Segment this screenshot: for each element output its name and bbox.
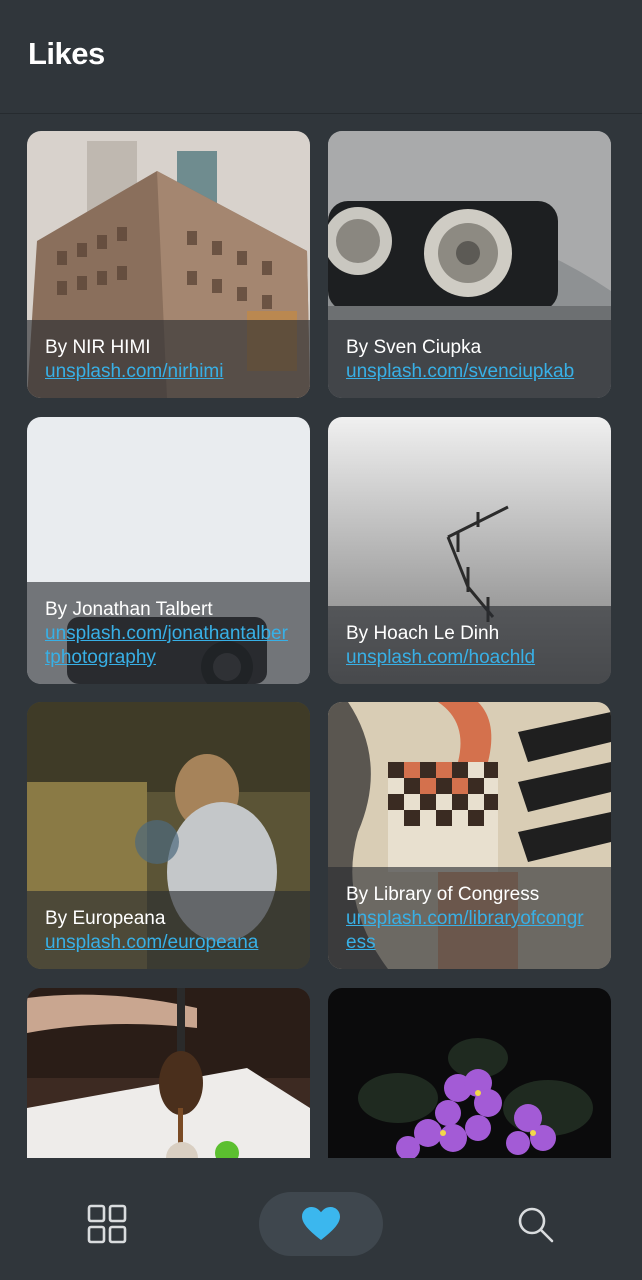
card-link[interactable]: unsplash.com/nirhimi — [45, 360, 292, 384]
photo-flowers — [328, 988, 611, 1158]
photo-card[interactable]: By Library of Congress unsplash.com/libr… — [328, 702, 611, 969]
nav-grid-button[interactable] — [70, 1192, 144, 1256]
photo-card[interactable]: By Jonathan Talbert unsplash.com/jonatha… — [27, 417, 310, 684]
photo-card[interactable]: By Hoach Le Dinh unsplash.com/hoachld — [328, 417, 611, 684]
photo-card[interactable]: By Sven Ciupka unsplash.com/svenciupkab — [328, 131, 611, 398]
grid-icon — [87, 1204, 127, 1244]
card-caption: By Jonathan Talbert unsplash.com/jonatha… — [27, 582, 310, 684]
app-header: Likes — [0, 0, 642, 114]
card-link[interactable]: unsplash.com/hoachld — [346, 646, 593, 670]
card-caption: By Sven Ciupka unsplash.com/svenciupkab — [328, 320, 611, 398]
card-link[interactable]: unsplash.com/europeana — [45, 931, 292, 955]
card-author: By Hoach Le Dinh — [346, 623, 500, 644]
photo-card[interactable] — [328, 988, 611, 1158]
card-caption: By NIR HIMI unsplash.com/nirhimi — [27, 320, 310, 398]
photo-card[interactable]: By Europeana unsplash.com/europeana — [27, 702, 310, 969]
card-link[interactable]: unsplash.com/jonathantalbertphotography — [45, 622, 292, 670]
card-author: By NIR HIMI — [45, 337, 151, 358]
photo-card[interactable] — [27, 988, 310, 1158]
search-icon — [518, 1207, 554, 1243]
bottom-navigation — [0, 1158, 642, 1280]
photo-food-spoon — [27, 988, 310, 1158]
nav-likes-button[interactable] — [259, 1192, 383, 1256]
card-author: By Jonathan Talbert — [45, 599, 213, 620]
card-link[interactable]: unsplash.com/svenciupkab — [346, 360, 593, 384]
card-author: By Library of Congress — [346, 884, 540, 905]
card-author: By Sven Ciupka — [346, 337, 482, 358]
card-caption: By Europeana unsplash.com/europeana — [27, 891, 310, 969]
card-caption: By Hoach Le Dinh unsplash.com/hoachld — [328, 606, 611, 684]
photo-card[interactable]: By NIR HIMI unsplash.com/nirhimi — [27, 131, 310, 398]
page-title: Likes — [28, 36, 105, 71]
card-link[interactable]: unsplash.com/libraryofcongress — [346, 907, 593, 955]
card-caption: By Library of Congress unsplash.com/libr… — [328, 867, 611, 969]
likes-grid: By NIR HIMI unsplash.com/nirhimi By Sven… — [0, 114, 642, 1158]
card-author: By Europeana — [45, 908, 166, 929]
heart-icon — [302, 1207, 340, 1240]
nav-search-button[interactable] — [498, 1192, 572, 1256]
